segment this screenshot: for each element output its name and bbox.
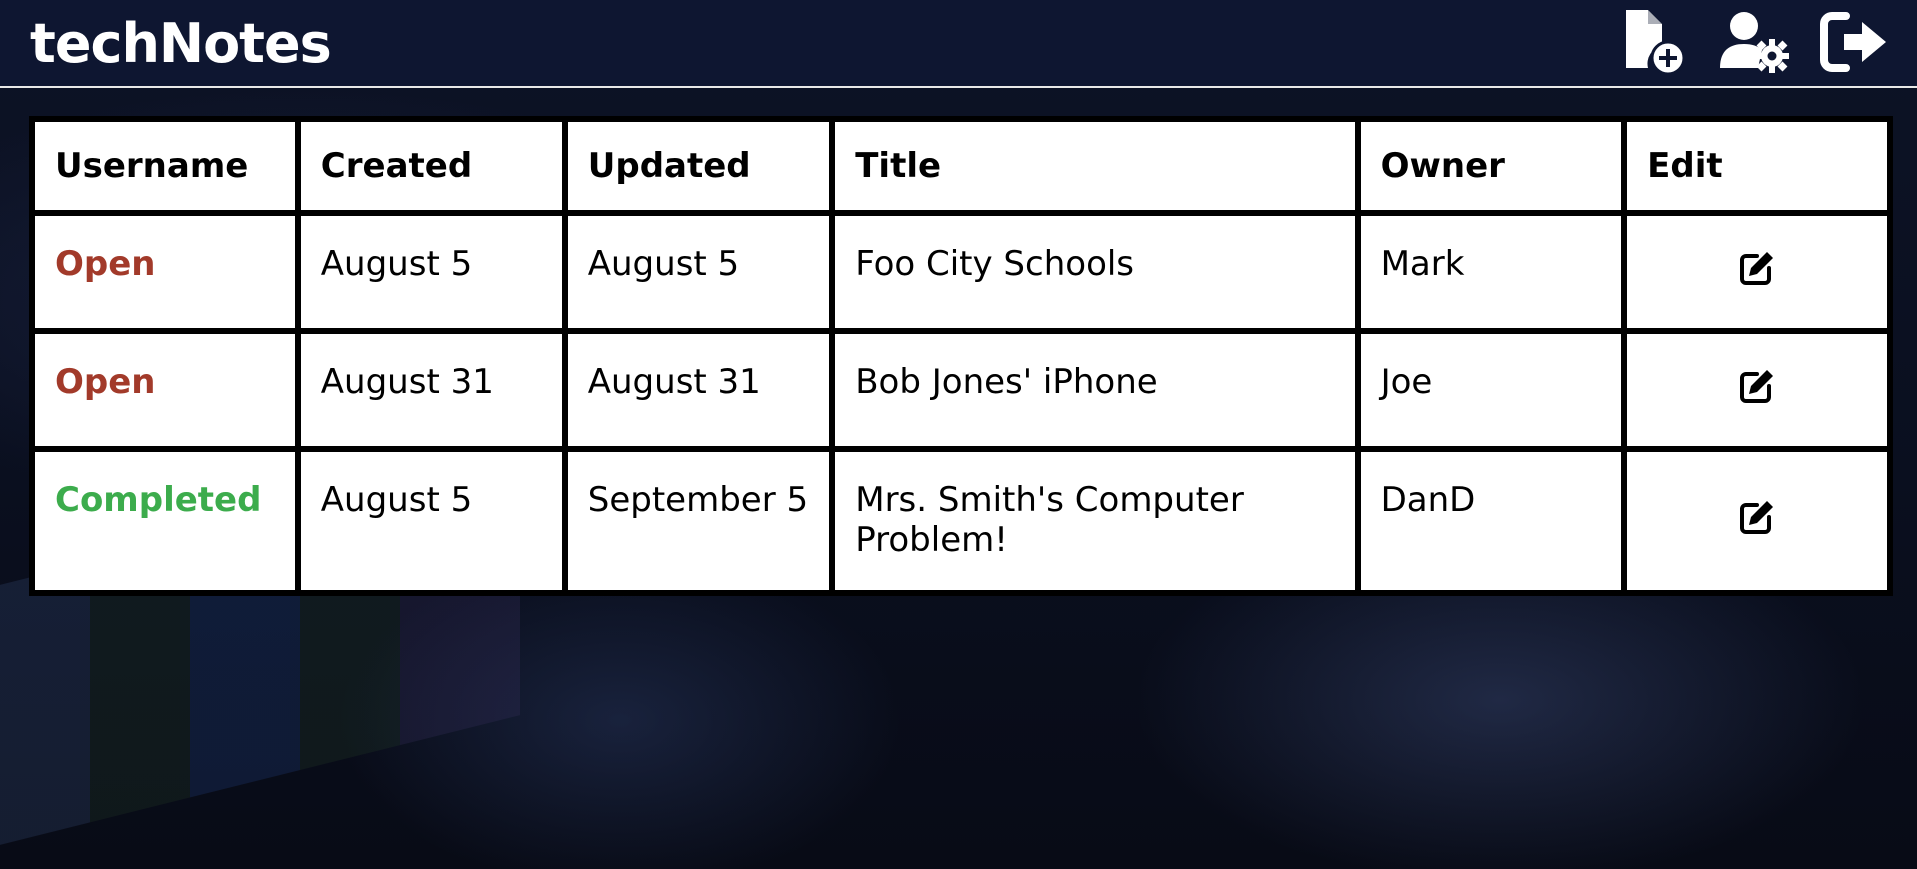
note-updated: August 31: [567, 334, 830, 446]
note-title: Mrs. Smith's Computer Problem!: [835, 452, 1355, 590]
column-header-edit: Edit: [1627, 122, 1887, 210]
note-edit-cell: [1627, 334, 1887, 446]
note-owner: Joe: [1360, 334, 1622, 446]
note-edit-cell: [1627, 216, 1887, 328]
table-row: Open August 31 August 31 Bob Jones' iPho…: [35, 334, 1887, 446]
note-status: Completed: [35, 452, 295, 590]
app-header: techNotes: [0, 0, 1917, 88]
user-settings-icon: [1718, 6, 1790, 81]
note-owner: DanD: [1360, 452, 1622, 590]
note-updated: August 5: [567, 216, 830, 328]
column-header-title: Title: [835, 122, 1355, 210]
note-status: Open: [35, 334, 295, 446]
note-status: Open: [35, 216, 295, 328]
edit-note-button[interactable]: [1735, 247, 1779, 291]
logout-button[interactable]: [1817, 6, 1891, 80]
column-header-username: Username: [35, 122, 295, 210]
note-updated: September 5: [567, 452, 830, 590]
app-title[interactable]: techNotes: [30, 12, 332, 75]
edit-note-button[interactable]: [1735, 496, 1779, 540]
table-row: Open August 5 August 5 Foo City Schools …: [35, 216, 1887, 328]
note-created: August 5: [300, 216, 562, 328]
note-edit-cell: [1627, 452, 1887, 590]
edit-icon: [1737, 248, 1777, 291]
note-title: Bob Jones' iPhone: [835, 334, 1355, 446]
logout-icon: [1818, 6, 1890, 81]
new-note-icon: [1618, 6, 1690, 81]
note-owner: Mark: [1360, 216, 1622, 328]
column-header-updated: Updated: [567, 122, 830, 210]
note-created: August 31: [300, 334, 562, 446]
column-header-created: Created: [300, 122, 562, 210]
user-settings-button[interactable]: [1717, 6, 1791, 80]
column-header-owner: Owner: [1360, 122, 1622, 210]
edit-icon: [1737, 366, 1777, 409]
edit-note-button[interactable]: [1735, 365, 1779, 409]
note-title: Foo City Schools: [835, 216, 1355, 328]
notes-table: Username Created Updated Title Owner Edi…: [29, 116, 1893, 596]
table-body: Open August 5 August 5 Foo City Schools …: [35, 216, 1887, 590]
table-header-row: Username Created Updated Title Owner Edi…: [35, 122, 1887, 210]
new-note-button[interactable]: [1617, 6, 1691, 80]
table-row: Completed August 5 September 5 Mrs. Smit…: [35, 452, 1887, 590]
table-header: Username Created Updated Title Owner Edi…: [35, 122, 1887, 210]
note-created: August 5: [300, 452, 562, 590]
edit-icon: [1737, 497, 1777, 540]
header-actions: [1617, 6, 1891, 80]
